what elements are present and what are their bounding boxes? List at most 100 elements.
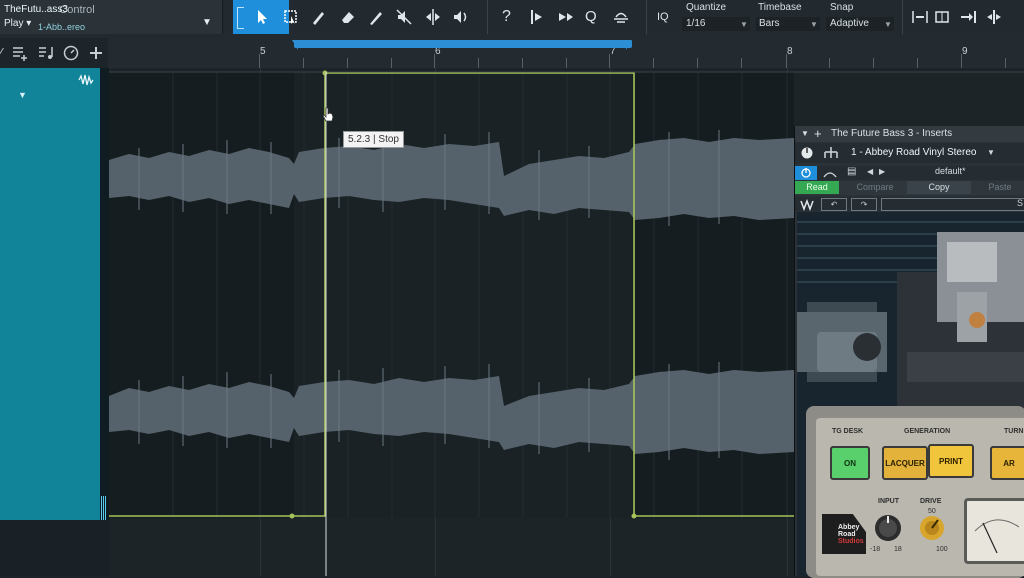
split-view-icon[interactable] [984,7,1004,27]
plugin-setup-field[interactable] [881,198,1024,211]
quantize-value: 1/16 [686,18,706,29]
track-name[interactable]: TheFutu..ass3 [4,4,68,15]
ruler-tick [434,54,435,68]
paint-tool-icon[interactable] [309,7,329,27]
ruler-tick [961,54,962,68]
turn-label: TURN [1004,428,1024,435]
ruler-tick [873,58,874,68]
track-gutter [100,68,109,520]
bounce-icon[interactable] [611,7,631,27]
bypass-power-button[interactable] [795,166,817,180]
arrow-right-bar-icon[interactable] [958,7,978,27]
play-mode-dropdown[interactable]: Play ▾ [4,18,31,29]
ruler-tick [259,54,260,68]
input-knob[interactable] [872,512,904,549]
plugin-dropdown-caret-icon[interactable]: ▼ [987,148,995,157]
add-icon[interactable] [86,43,106,63]
zoom-out-icon[interactable] [910,7,930,27]
ruler-tick [653,58,654,68]
ruler-bar-label: 8 [787,46,793,57]
snap-caret-icon: ▼ [884,20,892,29]
timebase-caret-icon: ▼ [810,20,818,29]
fit-icon[interactable] [932,7,952,27]
eraser-tool-icon[interactable] [338,7,358,27]
level-meter [101,496,107,520]
beat-gridlines [172,72,788,518]
toolbar-divider [902,0,903,34]
preset-prev-icon[interactable]: ◀ [867,167,873,176]
plugin-faceplate: TG DESK GENERATION TURN ON LACQUER PRINT… [816,418,1024,576]
read-button[interactable]: Read [795,181,839,194]
compare-button[interactable]: Compare [845,181,905,194]
undo-button[interactable]: ↶ [821,198,847,211]
play-mode-label: Play [4,18,24,29]
copy-button[interactable]: Copy [907,181,971,194]
toolbar-divider [646,0,647,34]
preset-name[interactable]: default* [935,166,966,176]
listen-tool-icon[interactable] [451,7,471,27]
snap-title: Snap [830,2,854,13]
inserts-title: The Future Bass 3 - Inserts [831,128,953,139]
hand-cursor-icon [321,107,335,128]
loop-end-handle[interactable] [626,40,632,50]
print-button[interactable]: PRINT [928,444,974,478]
vu-meter [964,498,1024,564]
automation-clock-icon[interactable] [61,43,81,63]
loop-start-handle[interactable] [292,40,298,50]
split-tool-icon[interactable] [423,7,443,27]
tg-desk-on-button[interactable]: ON [830,446,870,480]
inserts-add-icon[interactable]: + [814,126,822,141]
help-icon[interactable]: ? [502,8,511,26]
envelope-point[interactable] [289,513,295,519]
quantize-icon[interactable]: Q [585,8,597,25]
music-tracks-icon[interactable] [36,43,56,63]
insert-expand-icon[interactable]: ▼ [18,90,27,100]
turntable-ar-button[interactable]: AR [990,446,1024,480]
ruler-tick [391,58,392,68]
ruler-tick [697,58,698,68]
lacquer-button[interactable]: LACQUER [882,446,928,480]
ruler-tick [741,58,742,68]
envelope-point[interactable] [322,70,328,76]
power-knob-icon[interactable] [800,146,814,165]
plugin-name-dropdown[interactable]: 1 - Abbey Road Vinyl Stereo [851,147,976,158]
drive-max-label: 100 [936,546,948,553]
waveform-icon [78,73,94,91]
inserts-collapse-icon[interactable]: ▼ [801,129,809,138]
ruler-tick [917,58,918,68]
arrow-tool-icon[interactable] [252,7,272,27]
position-tooltip: 5.2.3 | Stop [343,131,404,148]
ruler-tick [347,58,348,68]
ruler-tick [522,58,523,68]
ruler-tick [609,54,610,68]
preset-menu-icon[interactable]: ▤ [847,166,856,177]
nudge-back-icon[interactable] [528,7,548,27]
quantize-title: Quantize [686,2,727,13]
timebase-title: Timebase [758,2,802,13]
toolbar-divider [487,0,488,34]
range-tool-icon[interactable] [281,7,301,27]
routing-icon[interactable] [823,146,839,165]
loop-range-bar[interactable] [294,40,632,48]
input-label: INPUT [878,498,899,505]
add-track-list-icon[interactable] [10,43,30,63]
logo-line-2: Road [838,531,856,538]
draw-tool-icon[interactable] [366,7,386,27]
range-bracket-icon[interactable] [237,7,244,29]
track-insert-label[interactable]: 1-Abb..ereo [38,22,85,32]
input-max-label: 18 [894,546,902,553]
waveform-right-channel [109,370,794,454]
control-dropdown-icon[interactable]: ▼ [202,17,212,28]
drive-knob[interactable] [918,514,946,547]
tg-desk-label: TG DESK [832,428,864,435]
iq-button[interactable]: IQ [657,11,669,23]
preset-next-icon[interactable]: ▶ [879,167,885,176]
collapse-icon[interactable]: ⁄ [0,45,2,60]
track-header[interactable] [0,68,100,520]
nudge-forward-icon[interactable] [556,7,576,27]
envelope-point[interactable] [631,513,637,519]
redo-button[interactable]: ↷ [851,198,877,211]
paste-button[interactable]: Paste [975,181,1024,194]
mute-tool-icon[interactable] [394,7,414,27]
ruler-tick [1005,58,1006,68]
